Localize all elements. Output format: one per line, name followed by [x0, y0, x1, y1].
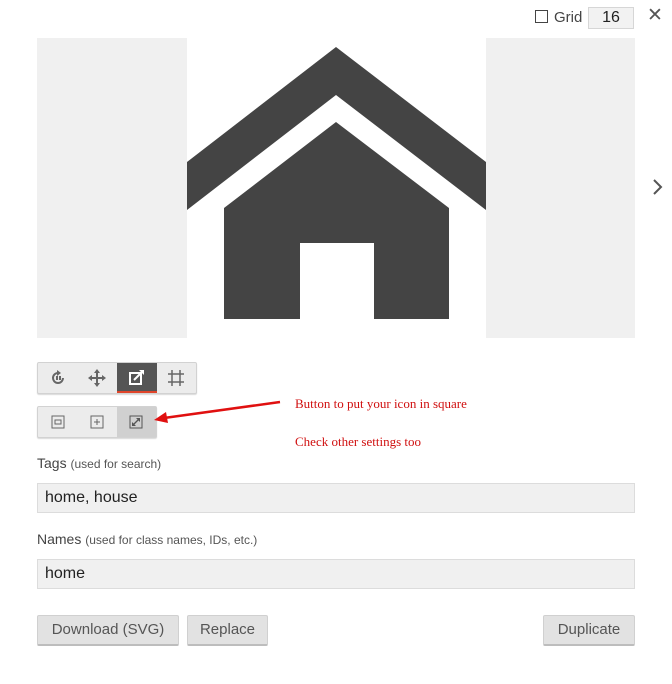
move-button[interactable]	[78, 363, 118, 393]
crop-icon	[168, 370, 185, 386]
icon-preview-square	[187, 38, 486, 338]
annotation-arrow	[154, 400, 281, 423]
duplicate-button[interactable]: Duplicate	[543, 615, 635, 646]
tags-hint: (used for search)	[70, 457, 162, 471]
tags-label: Tags (used for search)	[37, 455, 161, 471]
names-input[interactable]: home	[37, 559, 635, 589]
annotation-text: Check other settings too	[295, 434, 422, 449]
fit-inner-icon	[51, 415, 65, 429]
grid-checkbox[interactable]	[535, 10, 548, 23]
resize-square-button[interactable]	[117, 363, 157, 393]
annotation-text: Button to put your icon in square	[295, 396, 467, 411]
resize-square-icon	[128, 370, 144, 385]
move-icon	[88, 369, 107, 387]
chevron-right-icon[interactable]	[651, 176, 665, 198]
expand-icon	[129, 415, 143, 429]
tags-label-text: Tags	[37, 455, 67, 471]
rotate-icon	[51, 370, 64, 384]
home-icon	[187, 47, 486, 319]
crop-button[interactable]	[157, 363, 197, 393]
names-hint: (used for class names, IDs, etc.)	[85, 533, 258, 547]
rotate-button[interactable]	[38, 363, 78, 393]
fit-inner-button[interactable]	[38, 407, 77, 437]
grid-label: Grid	[554, 9, 583, 26]
close-icon[interactable]: ✕	[647, 6, 663, 26]
fit-plus-button[interactable]	[77, 407, 116, 437]
transform-toolbar	[37, 362, 197, 394]
tags-input[interactable]: home, house	[37, 483, 635, 513]
fit-plus-icon	[90, 415, 104, 429]
fit-toolbar	[37, 406, 157, 438]
names-label-text: Names	[37, 531, 82, 547]
names-label: Names (used for class names, IDs, etc.)	[37, 531, 257, 547]
replace-button[interactable]: Replace	[187, 615, 268, 646]
download-svg-button[interactable]: Download (SVG)	[37, 615, 179, 646]
grid-size-input[interactable]: 16	[588, 7, 634, 29]
